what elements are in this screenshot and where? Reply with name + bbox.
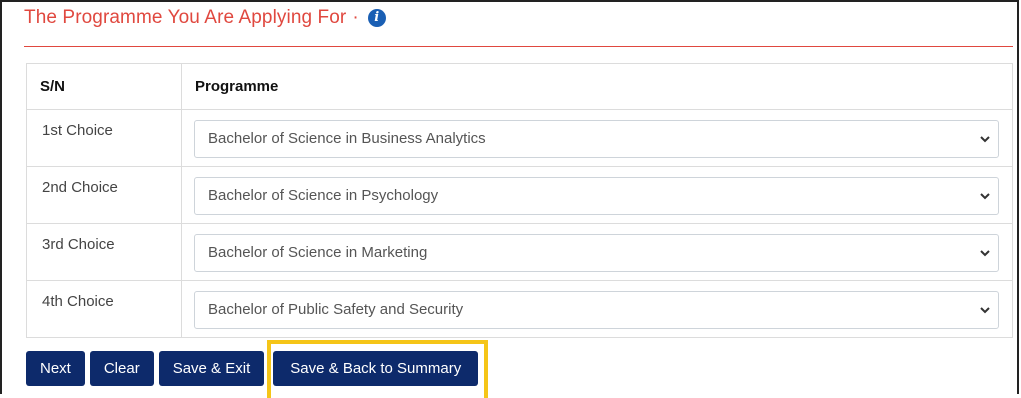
title-separator: · [352,7,359,28]
section-title: The Programme You Are Applying For · i [24,7,386,29]
choice-label: 2nd Choice [26,166,182,224]
choice-label: 1st Choice [26,109,182,167]
select-value: Bachelor of Public Safety and Security [208,301,464,318]
info-circle-icon[interactable]: i [367,9,386,27]
select-value: Bachelor of Science in Business Analytic… [208,130,486,147]
chevron-down-icon [980,193,990,200]
choice-label: 4th Choice [26,280,182,338]
section-title-text: The Programme You Are Applying For [24,7,347,28]
table-row: 4th Choice Bachelor of Public Safety and… [26,280,1013,338]
form-actions: Next Clear Save & Exit Save & Back to Su… [26,351,483,386]
next-button[interactable]: Next [26,351,85,386]
programme-table: S/N Programme 1st Choice Bachelor of Sci… [26,63,1013,338]
programme-select-4th[interactable]: Bachelor of Public Safety and Security [194,291,999,329]
programme-select-3rd[interactable]: Bachelor of Science in Marketing [194,234,999,272]
chevron-down-icon [980,307,990,314]
select-value: Bachelor of Science in Psychology [208,187,439,204]
header-programme: Programme [181,63,1013,110]
table-row: 1st Choice Bachelor of Science in Busine… [26,109,1013,167]
select-value: Bachelor of Science in Marketing [208,244,428,261]
programme-select-1st[interactable]: Bachelor of Science in Business Analytic… [194,120,999,158]
choice-label: 3rd Choice [26,223,182,281]
table-header-row: S/N Programme [26,63,1013,110]
chevron-down-icon [980,250,990,257]
save-back-to-summary-button[interactable]: Save & Back to Summary [273,351,479,386]
chevron-down-icon [980,136,990,143]
save-exit-button[interactable]: Save & Exit [158,351,265,386]
table-row: 2nd Choice Bachelor of Science in Psycho… [26,166,1013,224]
clear-button[interactable]: Clear [89,351,154,386]
programme-select-2nd[interactable]: Bachelor of Science in Psychology [194,177,999,215]
title-divider [24,46,1013,47]
header-sn: S/N [26,63,182,110]
table-row: 3rd Choice Bachelor of Science in Market… [26,223,1013,281]
